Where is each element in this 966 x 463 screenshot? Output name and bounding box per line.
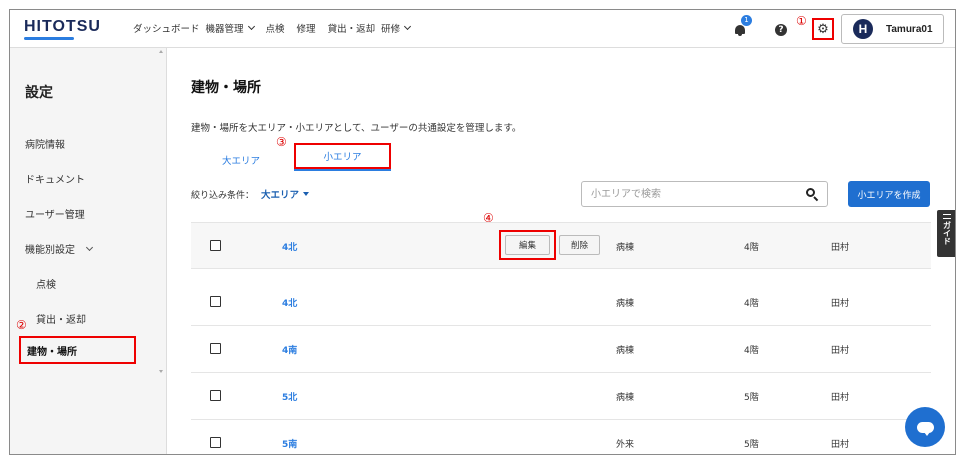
nav-lending-label: 貸出・返却 [327,24,376,35]
nav-repair-label: 修理 [296,24,316,35]
nav-equipment[interactable]: 機器管理 [205,21,255,35]
row-checkbox[interactable] [210,296,221,307]
row-user: 田村 [831,243,850,253]
row-user: 田村 [831,393,850,403]
row-name[interactable]: 4北 [282,296,297,309]
row-checkbox[interactable] [210,390,221,401]
tab-small-area[interactable]: 小エリア [294,143,391,169]
scroll-down-arrow-icon[interactable] [159,370,163,373]
search-field[interactable] [581,181,828,207]
table-row[interactable]: 5北 病棟 5階 田村 [191,373,931,420]
row-checkbox[interactable] [210,240,221,251]
row-floor: 4階 [744,299,759,309]
settings-button[interactable]: ⚙ [812,18,834,40]
chevron-down-icon [404,22,412,31]
row-name[interactable]: 5南 [282,437,297,450]
user-menu-button[interactable]: H Tamura01 [841,14,944,44]
nav-training-label: 研修 [381,24,401,35]
row-type: 病棟 [616,299,635,309]
chevron-down-icon [85,243,94,251]
create-small-area-button[interactable]: 小エリアを作成 [848,181,930,207]
help-icon[interactable]: ? [775,24,787,36]
row-user: 田村 [831,440,850,450]
sidebar-item-feature-settings[interactable]: 機能別設定 [25,241,94,256]
annotation-3: ③ [276,135,287,149]
row-name[interactable]: 4南 [282,343,297,356]
annotation-1: ① [796,14,807,28]
nav-equipment-label: 機器管理 [205,24,244,35]
row-type: 病棟 [616,243,635,253]
user-name: Tamura01 [886,23,933,35]
row-floor: 4階 [744,243,759,253]
table-row[interactable]: 4南 病棟 4階 田村 [191,326,931,373]
page-description: 建物・場所を大エリア・小エリアとして、ユーザーの共通設定を管理します。 [191,123,522,134]
hitotsu-logo[interactable]: HITOTSU [24,18,101,36]
row-type: 病棟 [616,346,635,356]
guide-label: ガイド [942,221,952,245]
row-checkbox[interactable] [210,343,221,354]
nav-dashboard-label: ダッシュボード [133,24,200,35]
app-window: HITOTSU ダッシュボード 機器管理 点検 修理 貸出・返却 研修 1 ? … [9,9,956,455]
edit-button[interactable]: 編集 [505,235,550,255]
guide-tab[interactable]: ガイド [937,210,955,257]
row-user: 田村 [831,346,850,356]
sidebar-item-hospital-info[interactable]: 病院情報 [25,136,65,151]
row-floor: 5階 [744,440,759,450]
gear-icon: ⚙ [817,21,829,37]
row-type: 病棟 [616,393,635,403]
sidebar-item-documents[interactable]: ドキュメント [25,171,85,186]
row-type: 外来 [616,440,635,450]
chevron-down-icon [247,22,255,31]
page-title: 建物・場所 [191,80,261,96]
sidebar-item-user-management[interactable]: ユーザー管理 [25,206,85,221]
logo-underline [24,37,74,40]
search-handle [813,196,819,202]
sidebar-item-inspection[interactable]: 点検 [36,276,56,291]
settings-sidebar: 設定 病院情報 ドキュメント ユーザー管理 機能別設定 点検 貸出・返却 ② 建… [10,48,167,454]
table-row[interactable]: 5南 外来 5階 田村 [191,420,931,454]
search-icon[interactable] [806,188,819,202]
nav-training[interactable]: 研修 [381,21,412,35]
top-header: HITOTSU ダッシュボード 機器管理 点検 修理 貸出・返却 研修 1 ? … [10,10,955,48]
chat-bubble-icon [916,421,934,436]
row-floor: 5階 [744,393,759,403]
row-user: 田村 [831,299,850,309]
chat-button[interactable] [905,407,945,447]
nav-inspection[interactable]: 点検 [266,21,285,35]
filter-label: 絞り込み条件： [191,191,255,201]
edit-highlight: 編集 [499,230,556,260]
annotation-2: ② [16,318,27,332]
tab-large-area[interactable]: 大エリア [222,153,260,167]
nav-lending[interactable]: 貸出・返却 [328,21,376,35]
filter-dropdown[interactable]: 大エリア [261,187,310,201]
active-tab-indicator [294,169,391,171]
bell-body [735,25,745,34]
avatar: H [853,19,873,39]
row-name[interactable]: 5北 [282,390,297,403]
row-checkbox[interactable] [210,437,221,448]
row-floor: 4階 [744,346,759,356]
scroll-up-arrow-icon[interactable] [159,50,163,53]
sidebar-item-label: 機能別設定 [25,245,75,256]
table-row[interactable]: 4北 病棟 4階 田村 [191,279,931,326]
nav-repair[interactable]: 修理 [297,21,316,35]
caret-down-icon [303,192,310,196]
nav-inspection-label: 点検 [265,24,285,35]
bell-clapper [738,34,742,36]
sidebar-item-buildings-locations[interactable]: 建物・場所 [19,336,136,364]
sidebar-item-lending[interactable]: 貸出・返却 [36,311,86,326]
row-name[interactable]: 4北 [282,240,297,253]
notification-badge: 1 [741,15,752,26]
list-icon [942,214,951,219]
table-row[interactable]: 4北 編集 削除 病棟 4階 田村 [191,222,931,269]
filter-value: 大エリア [261,190,300,201]
sidebar-title: 設定 [25,85,53,101]
nav-dashboard[interactable]: ダッシュボード [133,21,200,35]
main-nav: ダッシュボード 機器管理 点検 修理 貸出・返却 研修 [133,21,422,35]
search-input[interactable] [591,187,791,202]
delete-button[interactable]: 削除 [559,235,600,255]
tab-small-area-label: 小エリア [323,152,362,163]
